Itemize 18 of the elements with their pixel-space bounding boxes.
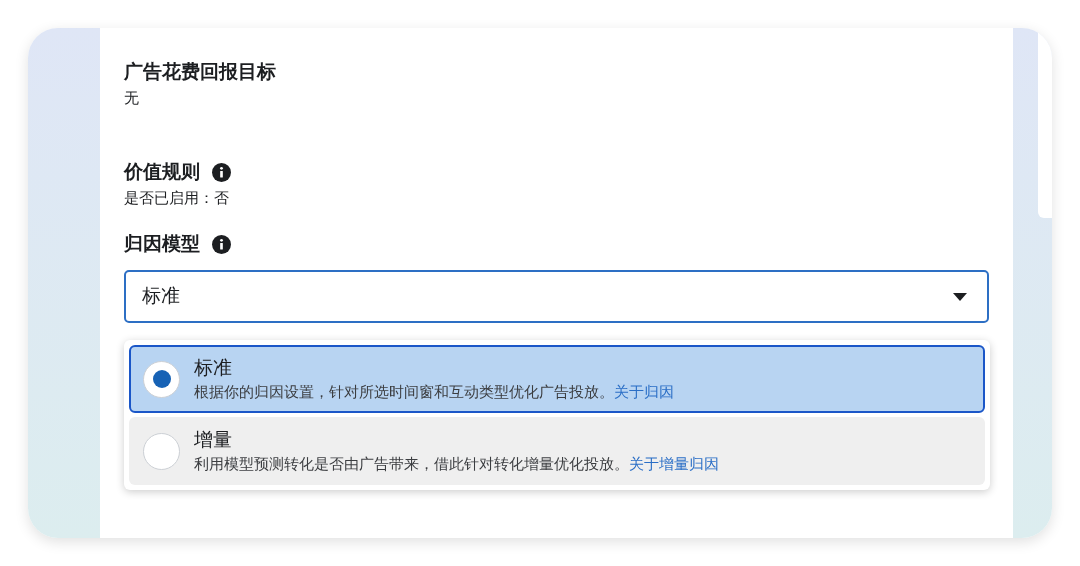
section-title: 价值规则 bbox=[124, 159, 200, 184]
learn-more-link[interactable]: 关于增量归因 bbox=[629, 455, 719, 472]
option-title: 增量 bbox=[194, 428, 233, 452]
caret-icon bbox=[953, 292, 967, 301]
section-value: 是否已启用：否 bbox=[124, 188, 230, 208]
option-description: 利用模型预测转化是否由广告带来，借此针对转化增量优化投放。关于增量归因 bbox=[194, 454, 719, 474]
attribution-select[interactable]: 标准 bbox=[124, 270, 989, 323]
option-title: 标准 bbox=[194, 356, 233, 380]
section-title: 归因模型 bbox=[124, 231, 200, 256]
dropdown-option[interactable]: 标准 根据你的归因设置，针对所选时间窗和互动类型优化广告投放。关于归因 bbox=[129, 345, 985, 413]
radio-button[interactable] bbox=[143, 432, 180, 470]
info-icon[interactable] bbox=[212, 162, 231, 182]
option-description: 根据你的归因设置，针对所选时间窗和互动类型优化广告投放。关于归因 bbox=[194, 382, 674, 402]
info-icon[interactable] bbox=[212, 234, 231, 254]
section-value: 无 bbox=[124, 88, 140, 108]
dropdown-option[interactable]: 增量 利用模型预测转化是否由广告带来，借此针对转化增量优化投放。关于增量归因 bbox=[129, 417, 985, 485]
section-title: 广告花费回报目标 bbox=[124, 59, 276, 84]
radio-button[interactable] bbox=[143, 360, 180, 398]
